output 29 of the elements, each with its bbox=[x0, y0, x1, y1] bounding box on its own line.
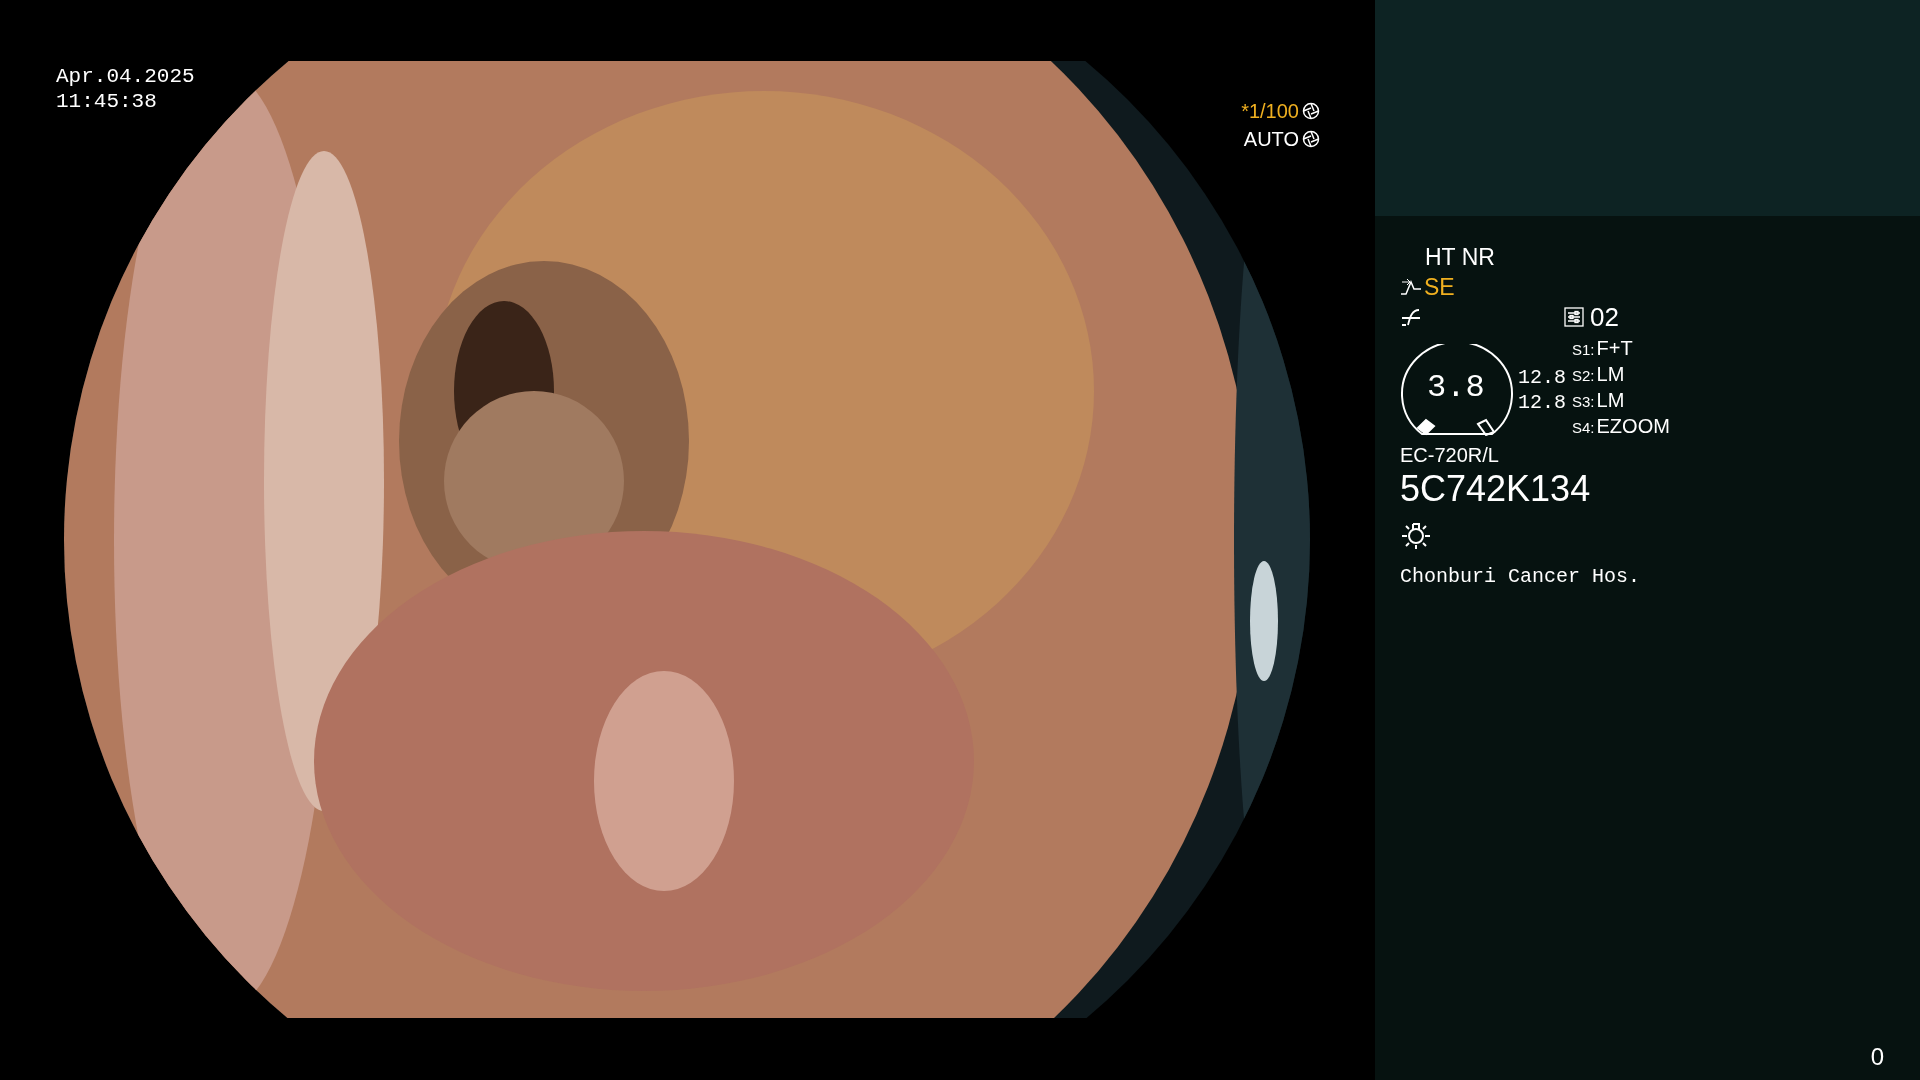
preset-number: 02 bbox=[1590, 302, 1619, 332]
sliders-icon bbox=[1564, 307, 1584, 327]
structure-enhancement: SE bbox=[1424, 273, 1455, 302]
institution-name: Chonburi Cancer Hos. bbox=[1400, 564, 1642, 590]
switch-label: S4: bbox=[1572, 418, 1595, 438]
switch-function: F+T bbox=[1596, 336, 1633, 361]
reading-value: 12.8 bbox=[1518, 365, 1566, 390]
shutter-speed: *1/100 bbox=[1241, 100, 1299, 122]
capture-date: Apr.04.2025 bbox=[56, 64, 195, 89]
switch-function: LM bbox=[1596, 388, 1625, 413]
switch-function: EZOOM bbox=[1596, 414, 1670, 439]
slashed-curve-icon bbox=[1400, 307, 1422, 327]
enhancement-modes: HT NR bbox=[1425, 243, 1496, 272]
lamp-icon bbox=[1400, 520, 1432, 550]
scope-serial: 5C742K134 bbox=[1400, 468, 1592, 510]
gauge-outline-icon bbox=[1400, 344, 1514, 436]
aperture-icon bbox=[1302, 130, 1320, 148]
curve-arrow-icon bbox=[1400, 278, 1422, 296]
exposure-mode: AUTO bbox=[1243, 128, 1299, 150]
aperture-icon bbox=[1302, 102, 1320, 120]
switch-function: LM bbox=[1596, 362, 1625, 387]
switch-label: S1: bbox=[1572, 340, 1595, 360]
switch-label: S3: bbox=[1572, 392, 1595, 412]
frame-counter: 0 bbox=[1870, 1042, 1884, 1072]
capture-time: 11:45:38 bbox=[56, 89, 158, 114]
scope-model: EC-720R/L bbox=[1400, 443, 1500, 468]
switch-label: S2: bbox=[1572, 366, 1595, 386]
gauge-value: 3.8 bbox=[1427, 370, 1485, 406]
reading-value: 12.8 bbox=[1518, 390, 1566, 415]
